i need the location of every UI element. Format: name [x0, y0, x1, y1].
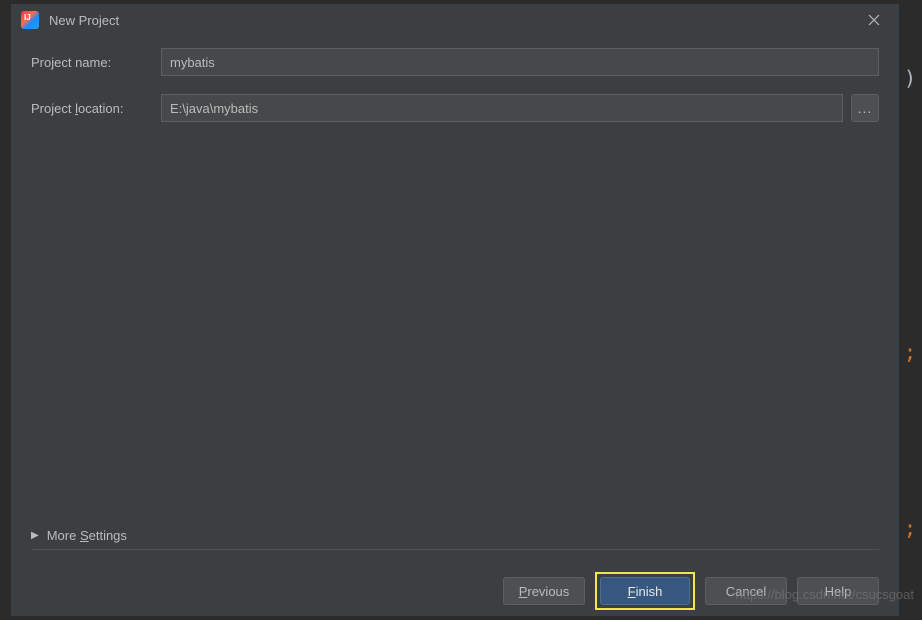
dialog-titlebar: New Project: [11, 4, 899, 36]
finish-button[interactable]: Finish: [600, 577, 690, 605]
close-button[interactable]: [859, 5, 889, 35]
dialog-title: New Project: [49, 13, 859, 28]
project-location-label: Project location:: [31, 101, 161, 116]
more-settings-expander[interactable]: ▶ More Settings: [31, 522, 879, 550]
project-name-input[interactable]: [161, 48, 879, 76]
intellij-icon: [21, 11, 39, 29]
new-project-dialog: New Project Project name: Project locati…: [10, 3, 900, 617]
cancel-button[interactable]: Cancel: [705, 577, 787, 605]
code-semicolon: ;: [904, 340, 916, 364]
project-location-input[interactable]: [161, 94, 843, 122]
code-paren: ): [904, 66, 916, 90]
content-spacer: [31, 140, 879, 522]
project-location-row: Project location: ...: [31, 94, 879, 122]
ellipsis-icon: ...: [858, 100, 873, 116]
dialog-content: Project name: Project location: ... ▶ Mo…: [11, 36, 899, 566]
close-icon: [868, 14, 880, 26]
more-settings-label: More Settings: [47, 528, 127, 543]
help-button[interactable]: Help: [797, 577, 879, 605]
browse-location-button[interactable]: ...: [851, 94, 879, 122]
project-name-label: Project name:: [31, 55, 161, 70]
expand-right-icon: ▶: [31, 530, 39, 541]
project-name-row: Project name:: [31, 48, 879, 76]
code-semicolon: ;: [904, 516, 916, 540]
previous-button[interactable]: Previous: [503, 577, 585, 605]
dialog-button-bar: Previous Finish Cancel Help: [11, 566, 899, 616]
finish-focus-ring: Finish: [595, 572, 695, 610]
